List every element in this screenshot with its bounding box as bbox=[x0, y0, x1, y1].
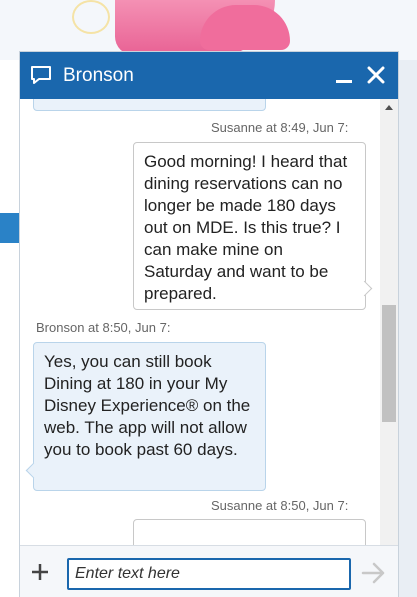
background-blue-strip bbox=[0, 213, 19, 243]
message-input[interactable] bbox=[67, 558, 351, 590]
message-timestamp: Susanne at 8:49, Jun 7: bbox=[211, 120, 349, 135]
message-bubble-agent: Yes, you can still book Dining at 180 in… bbox=[33, 342, 266, 491]
message-timestamp: Susanne at 8:50, Jun 7: bbox=[211, 498, 349, 513]
message-text: Yes, you can still book Dining at 180 in… bbox=[44, 352, 251, 459]
message-bubble-previous bbox=[33, 99, 266, 111]
message-list[interactable]: Susanne at 8:49, Jun 7: Good morning! I … bbox=[20, 99, 380, 572]
message-bubble-user: Good morning! I heard that dining reserv… bbox=[133, 142, 366, 310]
compose-bar bbox=[20, 545, 398, 597]
message-timestamp: Bronson at 8:50, Jun 7: bbox=[36, 320, 171, 335]
scrollbar-thumb[interactable] bbox=[382, 305, 396, 422]
background-page-body bbox=[0, 60, 19, 597]
arrow-right-icon[interactable] bbox=[361, 561, 387, 585]
background-wand-icon bbox=[72, 0, 110, 34]
message-text: Good morning! I heard that dining reserv… bbox=[144, 152, 348, 303]
plus-icon[interactable] bbox=[30, 562, 50, 582]
minimize-icon[interactable] bbox=[333, 64, 355, 86]
chat-bubble-icon bbox=[31, 66, 51, 84]
chat-window: Bronson Susanne at 8:49, Jun 7: Good mor… bbox=[19, 51, 399, 597]
agent-name: Bronson bbox=[63, 65, 134, 86]
chat-header: Bronson bbox=[20, 52, 398, 99]
close-icon[interactable] bbox=[365, 64, 387, 86]
scroll-up-arrow-icon[interactable] bbox=[380, 99, 398, 117]
message-scrollbar[interactable] bbox=[380, 99, 398, 572]
